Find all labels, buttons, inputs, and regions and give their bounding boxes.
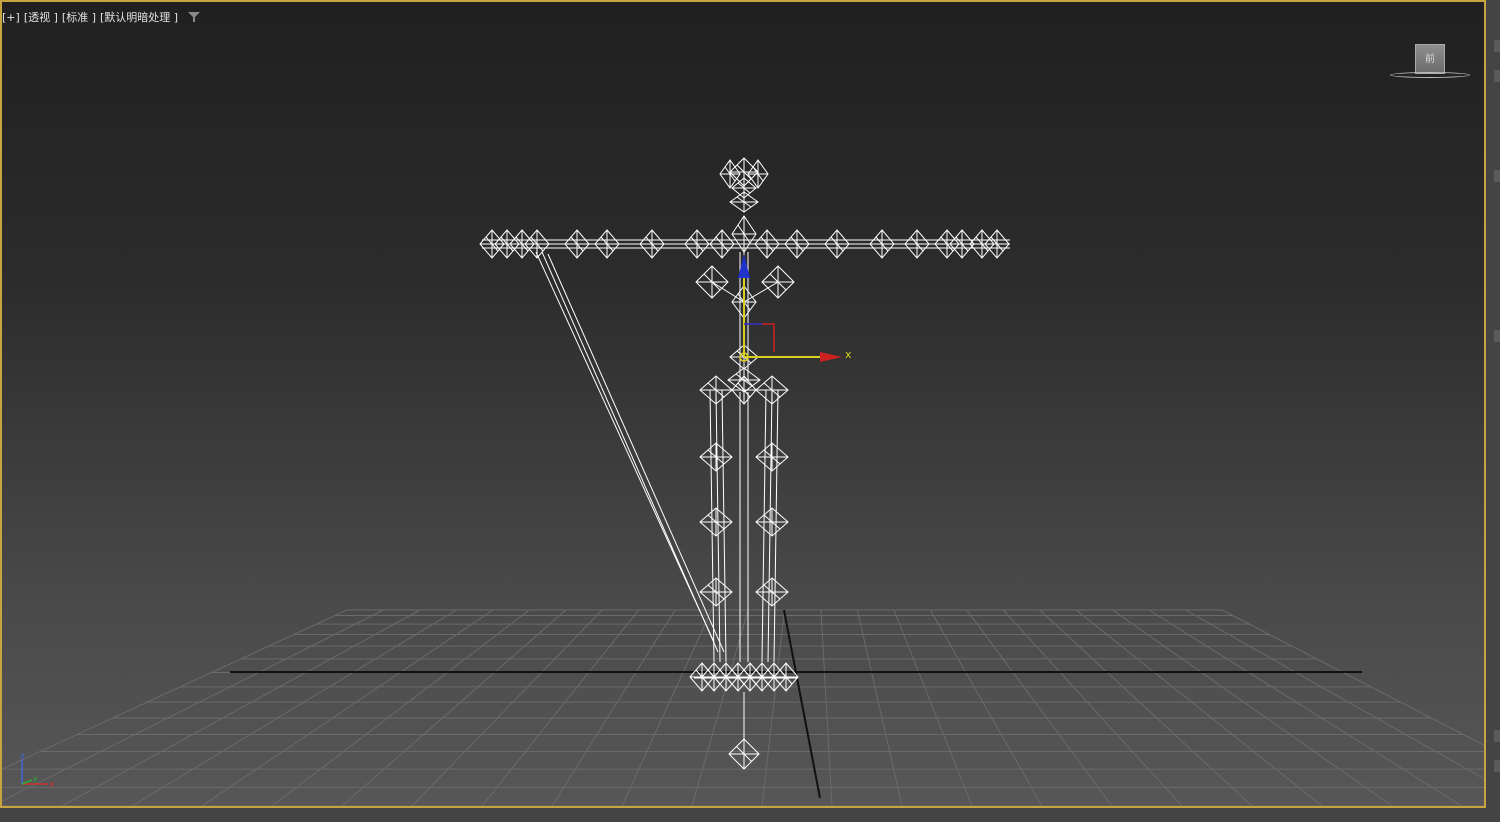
scroll-tick[interactable]: [1494, 330, 1500, 342]
grid-line: [893, 609, 973, 806]
home-grid: [2, 609, 1484, 806]
grid-axis-y: [783, 609, 821, 799]
grid-line: [621, 609, 713, 806]
right-leg-joint: [755, 577, 789, 607]
grid-line: [201, 609, 494, 806]
grid-line: [820, 609, 833, 806]
right-leg-bone: [773, 389, 779, 663]
grid-line: [1221, 609, 1484, 746]
scroll-tick[interactable]: [1494, 40, 1500, 52]
grid-line: [761, 609, 785, 806]
tripod-z-label: z: [20, 752, 25, 762]
right-leg-bone: [761, 389, 767, 663]
grid-line: [1075, 609, 1323, 806]
right-leg-joint: [755, 442, 789, 472]
right-leg-bone: [767, 389, 773, 663]
left-leg-bone: [715, 389, 721, 663]
scroll-tick[interactable]: [1494, 70, 1500, 82]
grid-line: [1148, 609, 1463, 806]
grid-line: [131, 609, 457, 806]
grid-line: [551, 609, 676, 806]
scroll-tick[interactable]: [1494, 730, 1500, 742]
spine-joint: [731, 215, 757, 253]
right-leg-joint: [755, 507, 789, 537]
move-gizmo[interactable]: x: [738, 254, 852, 362]
left-leg-joint: [699, 507, 733, 537]
grid-line: [856, 609, 903, 806]
left-leg-joint: [699, 442, 733, 472]
grid-line: [929, 609, 1043, 806]
scroll-tick[interactable]: [1494, 170, 1500, 182]
viewcube-compass-ring[interactable]: [1390, 72, 1470, 78]
grid-line: [1039, 609, 1253, 806]
right-panel-edge: [1486, 0, 1500, 822]
grid-line: [61, 609, 421, 806]
perspective-viewport[interactable]: [+] [透视 ] [标准 ] [默认明暗处理 ] x 前 z y x: [0, 0, 1486, 808]
footstep-joint: [728, 738, 760, 770]
gizmo-x-arrow: [820, 352, 842, 362]
left-leg-bone: [721, 389, 727, 663]
scene[interactable]: x: [2, 2, 1484, 806]
tripod-y-label: y: [33, 774, 38, 783]
grid-line: [966, 609, 1113, 806]
ik-link: [547, 253, 725, 653]
grid-line: [271, 609, 530, 806]
axis-tripod: z y x: [14, 750, 64, 792]
ik-link: [535, 251, 715, 643]
bottom-panel-edge: [0, 808, 1486, 822]
left-leg-joint: [699, 577, 733, 607]
grid-line: [411, 609, 603, 806]
grid-line: [341, 609, 567, 806]
neck-joint: [729, 191, 759, 213]
viewcube-front-face[interactable]: 前: [1415, 44, 1445, 74]
grid-line: [481, 609, 640, 806]
gizmo-x-label: x: [845, 348, 852, 361]
tripod-x-label: x: [49, 780, 55, 790]
biped-skeleton[interactable]: [479, 157, 1010, 770]
grid-line: [1185, 609, 1484, 780]
scroll-tick[interactable]: [1494, 760, 1500, 772]
viewcube[interactable]: 前: [1390, 42, 1470, 82]
